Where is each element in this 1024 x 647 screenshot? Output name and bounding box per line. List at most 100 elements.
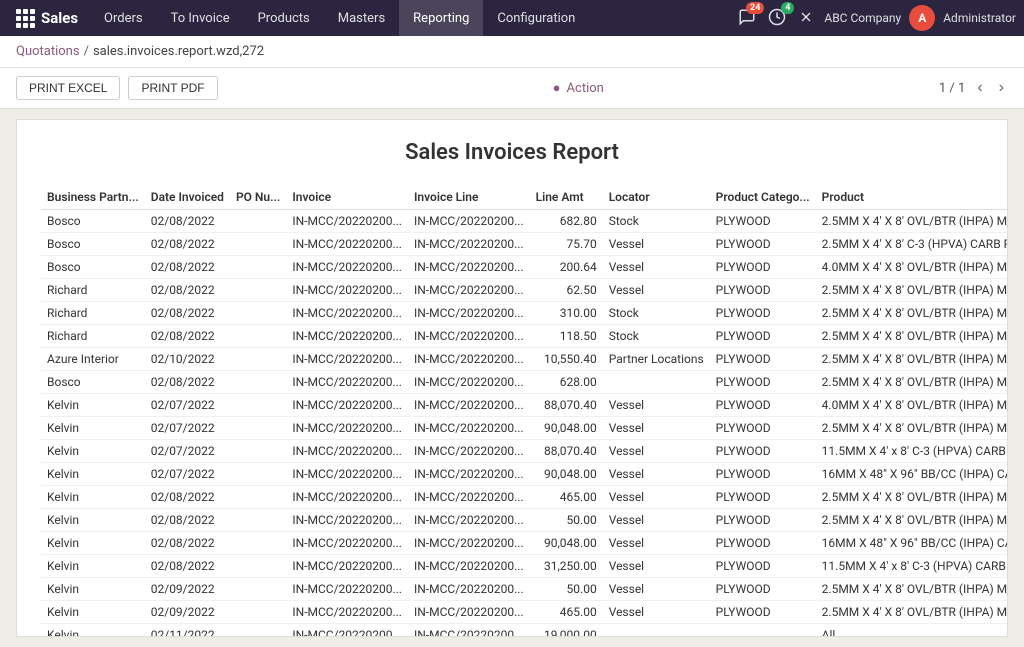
col-invoice-line: Invoice Line xyxy=(408,185,530,210)
close-button[interactable] xyxy=(796,7,816,30)
table-cell xyxy=(230,532,286,555)
table-cell: 682.80 xyxy=(530,210,603,233)
table-cell: 50.00 xyxy=(530,578,603,601)
table-cell: 02/08/2022 xyxy=(145,509,230,532)
table-cell: 02/08/2022 xyxy=(145,256,230,279)
table-cell: All xyxy=(816,624,1008,638)
nav-item-configuration[interactable]: Configuration xyxy=(483,0,589,36)
table-cell: PLYWOOD xyxy=(710,256,816,279)
table-cell xyxy=(230,210,286,233)
col-business-partner: Business Partn... xyxy=(41,185,145,210)
table-cell: IN-MCC/20220200... xyxy=(286,371,408,394)
table-cell: IN-MCC/20220200... xyxy=(286,624,408,638)
table-cell: IN-MCC/20220200... xyxy=(286,601,408,624)
grid-icon xyxy=(16,9,35,28)
next-page-button[interactable]: › xyxy=(995,79,1008,97)
table-cell: Richard xyxy=(41,302,145,325)
col-date-invoiced: Date Invoiced xyxy=(145,185,230,210)
table-cell: Richard xyxy=(41,325,145,348)
table-cell: PLYWOOD xyxy=(710,578,816,601)
table-header: Business Partn... Date Invoiced PO Nu...… xyxy=(41,185,1008,210)
table-cell: PLYWOOD xyxy=(710,210,816,233)
nav-item-masters[interactable]: Masters xyxy=(324,0,399,36)
table-cell: 4.0MM X 4' X 8' OVL/BTR (IHPA) MR MERANT… xyxy=(816,394,1008,417)
breadcrumb-parent[interactable]: Quotations xyxy=(16,44,80,59)
table-cell xyxy=(230,463,286,486)
table-cell: 02/08/2022 xyxy=(145,279,230,302)
nav-item-reporting[interactable]: Reporting xyxy=(399,0,483,36)
table-cell: IN-MCC/20220200... xyxy=(286,532,408,555)
table-cell: 19,000.00 xyxy=(530,624,603,638)
table-cell: PLYWOOD xyxy=(710,417,816,440)
table-row: Richard02/08/2022IN-MCC/20220200...IN-MC… xyxy=(41,279,1008,302)
table-cell: Vessel xyxy=(603,279,710,302)
table-cell: 118.50 xyxy=(530,325,603,348)
table-cell: 02/08/2022 xyxy=(145,486,230,509)
app-title: Sales xyxy=(41,9,78,27)
messages-button[interactable]: 24 xyxy=(736,6,758,31)
table-cell: 2.5MM X 4' X 8' OVL/BTR (IHPA) MR MERANT… xyxy=(816,486,1008,509)
table-cell: 90,048.00 xyxy=(530,532,603,555)
table-cell: IN-MCC/20220200... xyxy=(286,394,408,417)
table-cell xyxy=(603,624,710,638)
table-cell xyxy=(230,624,286,638)
nav-item-products[interactable]: Products xyxy=(244,0,324,36)
table-cell: IN-MCC/20220200... xyxy=(408,624,530,638)
table-cell: IN-MCC/20220200... xyxy=(286,440,408,463)
table-cell: 02/11/2022 xyxy=(145,624,230,638)
table-cell: Vessel xyxy=(603,256,710,279)
table-cell: IN-MCC/20220200... xyxy=(408,394,530,417)
table-cell: 200.64 xyxy=(530,256,603,279)
table-cell: IN-MCC/20220200... xyxy=(286,417,408,440)
table-cell xyxy=(230,302,286,325)
table-cell xyxy=(230,394,286,417)
table-cell: IN-MCC/20220200... xyxy=(408,210,530,233)
print-excel-button[interactable]: PRINT EXCEL xyxy=(16,76,120,100)
page-info: 1 / 1 xyxy=(939,81,965,96)
action-label[interactable]: Action xyxy=(567,81,604,96)
action-dot: ● xyxy=(553,80,561,96)
table-cell: 02/08/2022 xyxy=(145,210,230,233)
table-cell xyxy=(230,440,286,463)
table-cell: 16MM X 48" X 96" BB/CC (IHPA) CARB xyxy=(816,532,1008,555)
table-cell: Kelvin xyxy=(41,417,145,440)
table-cell xyxy=(230,256,286,279)
table-cell: Vessel xyxy=(603,233,710,256)
table-cell: PLYWOOD xyxy=(710,486,816,509)
table-cell: 02/09/2022 xyxy=(145,601,230,624)
table-cell: IN-MCC/20220200... xyxy=(286,256,408,279)
table-cell: IN-MCC/20220200... xyxy=(408,509,530,532)
prev-page-button[interactable]: ‹ xyxy=(973,79,986,97)
nav-item-orders[interactable]: Orders xyxy=(90,0,157,36)
report-body: Bosco02/08/2022IN-MCC/20220200...IN-MCC/… xyxy=(41,210,1008,638)
table-cell: PLYWOOD xyxy=(710,509,816,532)
table-cell: 02/08/2022 xyxy=(145,371,230,394)
print-pdf-button[interactable]: PRINT PDF xyxy=(128,76,217,100)
col-po-number: PO Nu... xyxy=(230,185,286,210)
table-cell: IN-MCC/20220200... xyxy=(408,463,530,486)
table-cell: Kelvin xyxy=(41,624,145,638)
table-cell xyxy=(230,279,286,302)
table-cell: 02/07/2022 xyxy=(145,417,230,440)
table-cell xyxy=(230,325,286,348)
avatar[interactable]: A xyxy=(909,5,935,31)
table-cell: IN-MCC/20220200... xyxy=(408,417,530,440)
activity-button[interactable]: 4 xyxy=(766,6,788,31)
table-cell: Vessel xyxy=(603,509,710,532)
report-title: Sales Invoices Report xyxy=(41,140,983,165)
table-cell: IN-MCC/20220200... xyxy=(408,279,530,302)
table-cell: IN-MCC/20220200... xyxy=(286,486,408,509)
nav-item-to-invoice[interactable]: To Invoice xyxy=(157,0,244,36)
toolbar-center: ● Action xyxy=(553,80,604,96)
table-row: Kelvin02/09/2022IN-MCC/20220200...IN-MCC… xyxy=(41,601,1008,624)
table-cell: Vessel xyxy=(603,417,710,440)
table-cell: IN-MCC/20220200... xyxy=(408,532,530,555)
app-logo[interactable]: Sales xyxy=(8,9,86,28)
table-cell: PLYWOOD xyxy=(710,394,816,417)
table-cell: IN-MCC/20220200... xyxy=(408,371,530,394)
table-row: Bosco02/08/2022IN-MCC/20220200...IN-MCC/… xyxy=(41,210,1008,233)
table-cell: IN-MCC/20220200... xyxy=(286,578,408,601)
table-cell: Vessel xyxy=(603,578,710,601)
table-cell xyxy=(230,233,286,256)
table-cell: IN-MCC/20220200... xyxy=(286,463,408,486)
